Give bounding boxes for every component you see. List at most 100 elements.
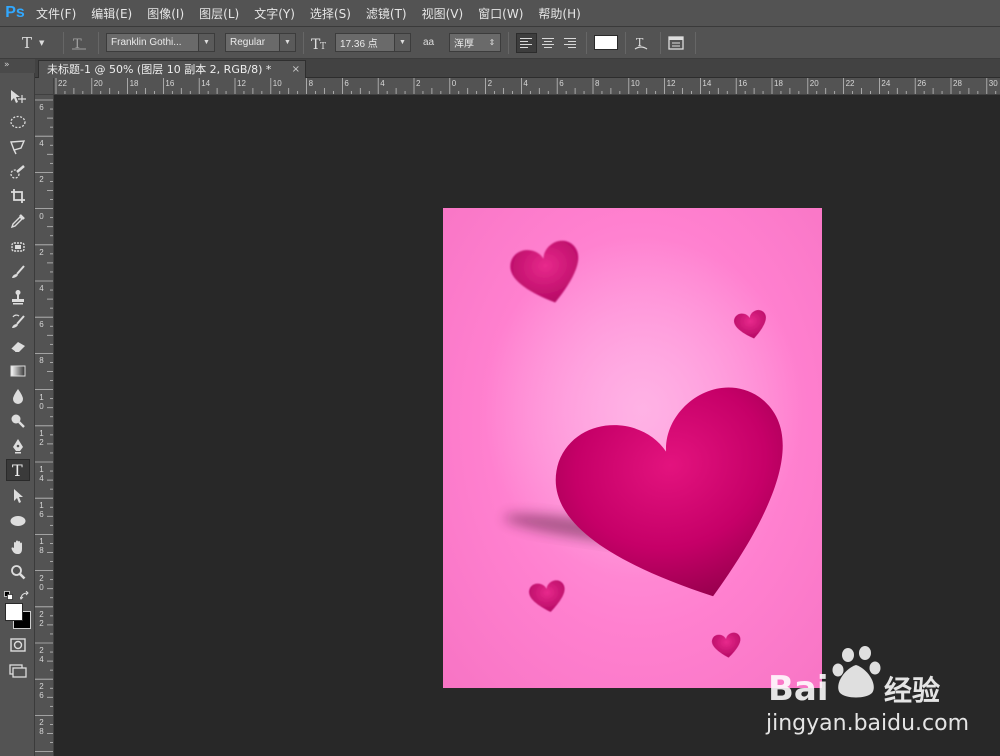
- pen-icon[interactable]: [6, 435, 30, 457]
- svg-text:T: T: [12, 462, 23, 478]
- chevron-down-icon: ▼: [198, 34, 214, 51]
- menu-view[interactable]: 视图(V): [422, 5, 464, 22]
- chevron-updown-icon: ⇕: [484, 34, 500, 51]
- ruler-label: 28: [953, 79, 962, 88]
- horizontal-ruler[interactable]: 22 20 18 16 14 12 10 8 6 4 2 0 2 4 6 8 10 12 14 16 18 20 22 24 2…: [54, 78, 1000, 95]
- ruler-label: 16: [165, 79, 175, 88]
- ellipse-shape-icon[interactable]: [6, 510, 30, 532]
- quick-mask-icon[interactable]: [6, 634, 30, 656]
- ruler-label: 2: [39, 175, 44, 185]
- character-panel-icon[interactable]: [668, 35, 688, 50]
- menu-layer[interactable]: 图层(L): [199, 5, 239, 22]
- ruler-label: 10: [39, 392, 44, 411]
- history-brush-icon[interactable]: [6, 311, 30, 333]
- ruler-label: 30: [988, 79, 998, 88]
- ruler-label: 20: [93, 79, 103, 88]
- antialias-value: 浑厚: [454, 39, 474, 50]
- font-size-value: 17.36 点: [340, 39, 378, 50]
- quick-selection-icon[interactable]: [6, 161, 30, 183]
- ruler-label: 28: [39, 718, 44, 737]
- heart-bottom-right[interactable]: [711, 631, 743, 660]
- menu-help[interactable]: 帮助(H): [538, 5, 580, 22]
- ruler-label: 16: [738, 79, 748, 88]
- document-canvas[interactable]: [443, 208, 822, 688]
- warp-text-icon[interactable]: T: [633, 35, 653, 51]
- move-icon[interactable]: [6, 86, 30, 108]
- menu-window[interactable]: 窗口(W): [478, 5, 523, 22]
- menu-edit[interactable]: 编辑(E): [91, 5, 132, 22]
- align-right-button[interactable]: [558, 33, 579, 53]
- ruler-label: 8: [39, 356, 44, 366]
- ruler-label: 6: [559, 79, 564, 88]
- menu-image[interactable]: 图像(I): [147, 5, 184, 22]
- font-family-select[interactable]: Franklin Gothi... ▼: [106, 33, 215, 52]
- document-tab[interactable]: 未标题-1 @ 50% (图层 10 副本 2, RGB/8) * ×: [38, 60, 306, 78]
- ruler-label: 8: [595, 79, 600, 88]
- separator: [625, 31, 626, 54]
- path-selection-icon[interactable]: [6, 485, 30, 507]
- font-size-select[interactable]: 17.36 点 ▼: [335, 33, 411, 52]
- ruler-label: 16: [39, 501, 44, 520]
- antialias-icon: aa: [423, 37, 445, 48]
- hand-icon[interactable]: [6, 536, 30, 558]
- font-style-value: Regular: [230, 37, 266, 48]
- foreground-color-swatch[interactable]: [5, 603, 23, 621]
- ruler-label: 6: [39, 103, 44, 112]
- heart-bottom-left[interactable]: [527, 579, 569, 616]
- eyedropper-icon[interactable]: [6, 210, 30, 232]
- zoom-icon[interactable]: [6, 561, 30, 583]
- brush-icon[interactable]: [6, 261, 30, 283]
- antialias-select[interactable]: 浑厚 ⇕: [449, 33, 501, 52]
- dodge-icon[interactable]: [6, 410, 30, 432]
- antialias-icon-label: aa: [423, 37, 435, 48]
- watermark-url: jingyan.baidu.com: [765, 711, 969, 736]
- options-bar: T ▼ T Franklin Gothi... ▼ Regular ▼ T T 1…: [0, 27, 1000, 59]
- ruler-label: 6: [344, 79, 349, 88]
- gradient-icon[interactable]: [6, 360, 30, 382]
- separator: [695, 31, 696, 54]
- blur-icon[interactable]: [6, 385, 30, 407]
- vertical-ruler[interactable]: 642024681012141618202224262830: [35, 95, 54, 756]
- polygonal-lasso-icon[interactable]: [6, 136, 30, 158]
- separator: [303, 31, 304, 54]
- spot-healing-icon[interactable]: [6, 236, 30, 258]
- menu-filter[interactable]: 滤镜(T): [366, 5, 407, 22]
- document-tab-bar: 未标题-1 @ 50% (图层 10 副本 2, RGB/8) * ×: [35, 59, 1000, 78]
- ruler-label: 14: [201, 79, 211, 88]
- menu-select[interactable]: 选择(S): [310, 5, 351, 22]
- ruler-label: 2: [39, 247, 44, 257]
- ruler-origin[interactable]: [35, 78, 54, 95]
- ruler-label: 22: [39, 609, 44, 628]
- ruler-label: 10: [630, 79, 640, 88]
- ruler-label: 18: [39, 537, 44, 556]
- ruler-label: 24: [39, 646, 44, 664]
- crop-icon[interactable]: [6, 185, 30, 207]
- menu-type[interactable]: 文字(Y): [254, 5, 295, 22]
- ruler-label: 24: [881, 79, 891, 88]
- eraser-icon[interactable]: [6, 335, 30, 357]
- align-left-button[interactable]: [516, 32, 537, 53]
- text-color-swatch[interactable]: [594, 35, 618, 50]
- font-style-select[interactable]: Regular ▼: [225, 33, 296, 52]
- menu-bar: Ps 文件(F) 编辑(E) 图像(I) 图层(L) 文字(Y) 选择(S) 滤…: [0, 0, 1000, 27]
- watermark-brand-cn: 经验: [884, 674, 940, 707]
- chevron-down-icon: ▼: [279, 34, 295, 51]
- close-icon[interactable]: ×: [292, 61, 300, 78]
- toggle-text-orientation-icon[interactable]: T: [71, 36, 91, 50]
- type-tool-icon: T: [22, 33, 33, 52]
- tools-panel: T: [0, 73, 35, 756]
- chevron-down-icon: ▼: [394, 34, 410, 51]
- photoshop-logo: Ps: [5, 4, 25, 21]
- screen-mode-icon[interactable]: [6, 660, 30, 682]
- toolbar-collapse-button[interactable]: »: [0, 59, 35, 73]
- svg-text:T: T: [320, 42, 326, 51]
- clone-stamp-icon[interactable]: [6, 286, 30, 308]
- align-center-button[interactable]: [537, 33, 558, 53]
- canvas-artwork: [483, 237, 822, 660]
- type-icon[interactable]: T: [6, 459, 30, 481]
- tool-preset-picker[interactable]: T ▼: [22, 34, 56, 52]
- svg-text:T: T: [73, 37, 82, 50]
- menu-file[interactable]: 文件(F): [36, 5, 76, 22]
- elliptical-marquee-icon[interactable]: [6, 111, 30, 133]
- ruler-label: 4: [380, 79, 385, 88]
